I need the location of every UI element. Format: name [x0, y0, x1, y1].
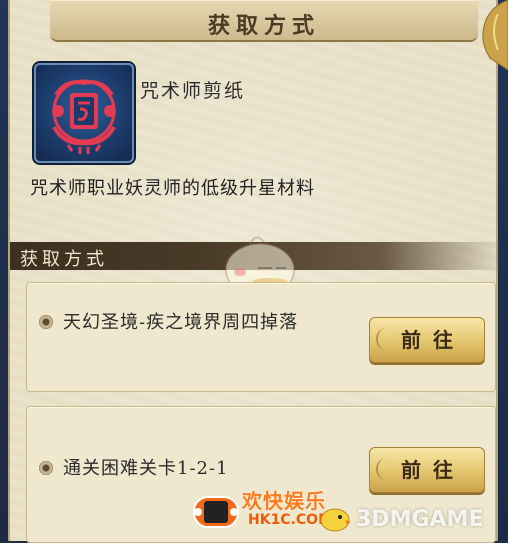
bullet-icon: [39, 315, 53, 329]
item-name: 咒术师剪纸: [140, 80, 246, 102]
corner-ornament-icon: [482, 0, 508, 70]
leaf-ornament-icon: [376, 328, 396, 350]
panel-title: 获取方式: [207, 13, 320, 39]
source-card: 天幻圣境-疾之境界周四掉落 前往: [26, 282, 496, 392]
watermark: 欢快娱乐 HK1C.COM 3DMGAME: [190, 483, 508, 541]
item-icon-frame: [34, 63, 134, 163]
leaf-ornament-icon: [376, 458, 396, 480]
go-button-label: 前往: [401, 328, 465, 352]
source-text: 天幻圣境-疾之境界周四掉落: [63, 312, 299, 333]
go-button-label: 前往: [401, 458, 465, 482]
watermark-brand-en: 3DMGAME: [356, 507, 484, 532]
acquisition-panel: 获取方式 咒术师剪纸 咒术师职业妖灵师的低级升星材料 获取方式 天幻圣境-疾之境…: [8, 0, 506, 543]
go-button[interactable]: 前往: [369, 317, 485, 363]
chick-mascot-icon: [320, 508, 351, 532]
watermark-brand-cn: 欢快娱乐: [242, 489, 326, 513]
section-title: 获取方式: [20, 249, 108, 270]
title-bar: 获取方式: [50, 0, 478, 42]
source-text: 通关困难关卡1-2-1: [63, 458, 229, 479]
item-description: 咒术师职业妖灵师的低级升星材料: [30, 178, 315, 199]
paper-cut-talisman-icon: [52, 79, 116, 154]
bullet-icon: [39, 461, 53, 475]
gamepad-phone-icon: [193, 496, 239, 528]
